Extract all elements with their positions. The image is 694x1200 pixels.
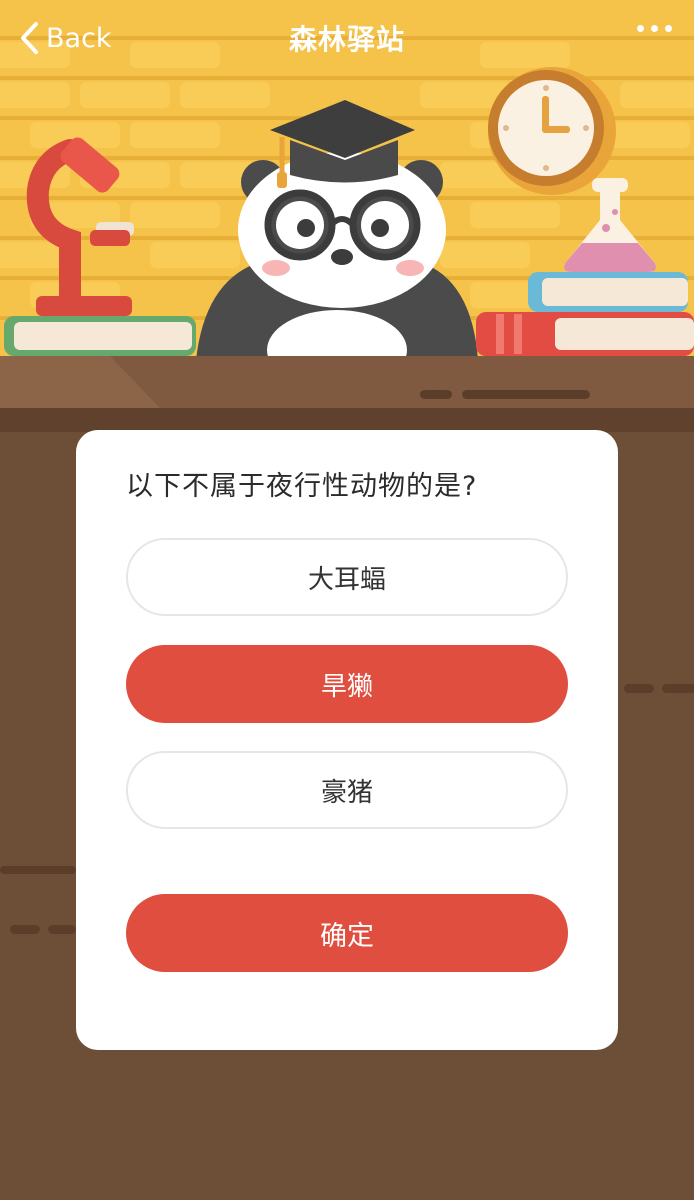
panda-graduate-illustration	[196, 100, 478, 360]
desk-top	[0, 356, 694, 408]
header-illustration: Back 森林驿站	[0, 0, 694, 360]
confirm-label: 确定	[320, 920, 374, 952]
desk-decoration	[48, 925, 76, 934]
answer-option-label: 豪猪	[320, 777, 373, 808]
confirm-button[interactable]: 确定	[126, 894, 568, 972]
answer-option-2[interactable]: 旱獭	[126, 645, 568, 723]
desk-decoration	[420, 390, 452, 399]
quiz-card: 以下不属于夜行性动物的是? 大耳蝠 旱獭 豪猪 确定	[76, 430, 618, 1050]
desk-decoration	[662, 684, 694, 693]
more-dots-icon[interactable]	[637, 25, 672, 32]
flask-icon	[564, 178, 656, 272]
desk-decoration	[0, 866, 76, 874]
desk-decoration	[10, 925, 40, 934]
clock-icon	[488, 67, 616, 195]
answer-option-1[interactable]: 大耳蝠	[126, 538, 568, 616]
desk-decoration	[462, 390, 590, 399]
desk-decoration	[624, 684, 654, 693]
desk-edge	[0, 408, 694, 432]
page-title: 森林驿站	[288, 23, 405, 56]
answer-option-3[interactable]: 豪猪	[126, 751, 568, 829]
navigation-bar: Back 森林驿站	[0, 0, 694, 76]
chevron-left-icon	[21, 22, 38, 54]
answer-option-label: 旱獭	[320, 671, 373, 702]
answer-option-label: 大耳蝠	[307, 564, 386, 595]
back-button[interactable]: Back	[18, 18, 112, 58]
question-text: 以下不属于夜行性动物的是?	[126, 471, 478, 502]
back-label: Back	[46, 22, 112, 54]
